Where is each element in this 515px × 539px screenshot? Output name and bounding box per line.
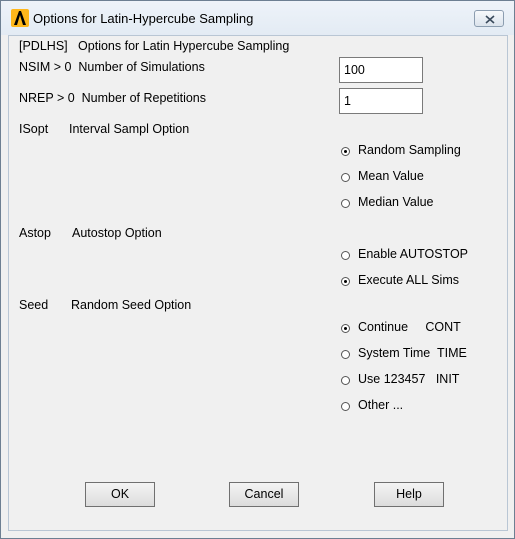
help-button[interactable]: Help — [374, 482, 444, 507]
dialog-content: [PDLHS] Options for Latin Hypercube Samp… — [8, 35, 508, 531]
radio-dot — [341, 376, 350, 385]
radio-dot — [341, 147, 350, 156]
radio-dot — [341, 199, 350, 208]
radio-label: Median Value — [358, 195, 434, 209]
astop-key: Astop — [19, 226, 51, 240]
isopt-key: ISopt — [19, 122, 49, 136]
seed-label: Random Seed Option — [71, 298, 192, 312]
radio-dot — [341, 277, 350, 286]
astop-label: Autostop Option — [72, 226, 162, 240]
radio-dot — [341, 251, 350, 260]
isopt-label: Interval Sampl Option — [69, 122, 190, 136]
radio-label: Continue CONT — [358, 320, 461, 334]
radio-label: Random Sampling — [358, 143, 461, 157]
command-header: [PDLHS] Options for Latin Hypercube Samp… — [19, 39, 290, 53]
ansys-logo-icon — [11, 9, 29, 27]
nsim-input[interactable] — [339, 57, 423, 83]
nsim-label: NSIM > 0 Number of Simulations — [19, 60, 205, 74]
close-button[interactable] — [474, 10, 504, 27]
title-bar[interactable]: Options for Latin-Hypercube Sampling — [1, 1, 514, 35]
radio-label: Enable AUTOSTOP — [358, 247, 469, 261]
radio-dot — [341, 402, 350, 411]
radio-dot — [341, 324, 350, 333]
cancel-button[interactable]: Cancel — [229, 482, 299, 507]
dialog-window: Options for Latin-Hypercube Sampling [PD… — [0, 0, 515, 539]
radio-label: Execute ALL Sims — [358, 273, 459, 287]
radio-label: Other ... — [358, 398, 404, 412]
radio-label: Mean Value — [358, 169, 424, 183]
nrep-input[interactable] — [339, 88, 423, 114]
radio-dot — [341, 350, 350, 359]
seed-key: Seed — [19, 298, 49, 312]
close-icon — [485, 15, 495, 24]
ok-button[interactable]: OK — [85, 482, 155, 507]
radio-dot — [341, 173, 350, 182]
radio-label: Use 123457 INIT — [358, 372, 460, 386]
window-title: Options for Latin-Hypercube Sampling — [33, 11, 254, 26]
radio-label: System Time TIME — [358, 346, 467, 360]
nrep-label: NREP > 0 Number of Repetitions — [19, 91, 207, 105]
